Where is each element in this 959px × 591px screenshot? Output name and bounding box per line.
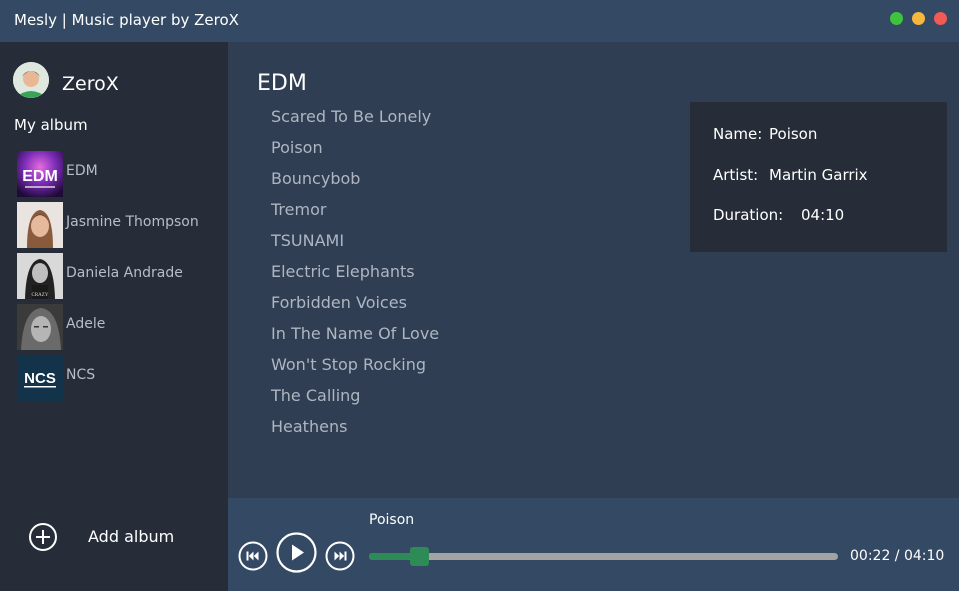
info-artist-label: Artist: xyxy=(713,166,759,184)
progress-slider[interactable] xyxy=(369,547,838,566)
add-album-button[interactable]: Add album xyxy=(28,520,198,556)
next-button[interactable] xyxy=(325,541,355,571)
album-cover-adele xyxy=(17,304,63,350)
window-title: Mesly | Music player by ZeroX xyxy=(14,11,239,29)
info-duration-value: 04:10 xyxy=(801,206,845,224)
album-label: Jasmine Thompson xyxy=(66,214,199,230)
album-label: EDM xyxy=(66,163,98,179)
time-display: 00:22 / 04:10 xyxy=(850,548,945,564)
title-bar: Mesly | Music player by ZeroX xyxy=(0,0,959,42)
edm-cover-text: EDM xyxy=(22,168,58,185)
info-artist-value: Martin Garrix xyxy=(769,166,868,184)
progress-fill xyxy=(369,553,413,560)
album-list: EDM EDM Jasmine Thompson CRAZY Daniela A… xyxy=(17,151,227,406)
skip-forward-icon xyxy=(325,541,355,571)
track-item[interactable]: Scared To Be Lonely xyxy=(271,106,651,137)
now-playing-title: Poison xyxy=(369,512,415,528)
my-album-heading: My album xyxy=(14,116,88,134)
track-item[interactable]: Won't Stop Rocking xyxy=(271,354,651,385)
track-item[interactable]: Tremor xyxy=(271,199,651,230)
ncs-cover-text: NCS xyxy=(24,370,56,387)
player-bar: Poison 00:22 / 04:10 xyxy=(228,498,959,591)
user-avatar-icon xyxy=(13,62,49,98)
album-cover-daniela-andrade: CRAZY xyxy=(17,253,63,299)
info-duration-label: Duration: xyxy=(713,206,784,224)
album-item-edm[interactable]: EDM EDM xyxy=(17,151,227,202)
album-item-daniela-andrade[interactable]: CRAZY Daniela Andrade xyxy=(17,253,227,304)
minimize-button[interactable] xyxy=(912,12,925,25)
plus-circle-icon xyxy=(29,523,57,551)
info-name-value: Poison xyxy=(769,125,818,143)
album-label: NCS xyxy=(66,367,96,383)
track-item[interactable]: Heathens xyxy=(271,416,651,447)
playlist-title: EDM xyxy=(257,71,307,96)
play-button[interactable] xyxy=(276,532,317,573)
skip-back-icon xyxy=(238,541,268,571)
album-cover-jasmine-thompson xyxy=(17,202,63,248)
track-list: Scared To Be Lonely Poison Bouncybob Tre… xyxy=(271,106,651,447)
track-item[interactable]: Electric Elephants xyxy=(271,261,651,292)
track-info-panel: Name: Poison Artist: Martin Garrix Durat… xyxy=(690,102,947,252)
avatar[interactable] xyxy=(13,62,49,98)
sidebar: ZeroX My album EDM EDM Jasmine Thompson … xyxy=(0,42,228,591)
track-item[interactable]: In The Name Of Love xyxy=(271,323,651,354)
track-item[interactable]: Bouncybob xyxy=(271,168,651,199)
track-item[interactable]: Poison xyxy=(271,137,651,168)
album-label: Daniela Andrade xyxy=(66,265,183,281)
play-icon xyxy=(276,532,317,573)
daniela-cover-text: CRAZY xyxy=(32,293,49,298)
info-name-label: Name: xyxy=(713,125,763,143)
username: ZeroX xyxy=(62,73,119,95)
album-item-ncs[interactable]: NCS NCS xyxy=(17,355,227,406)
close-button[interactable] xyxy=(934,12,947,25)
album-cover-edm: EDM xyxy=(17,151,63,197)
add-album-label: Add album xyxy=(88,527,175,546)
album-label: Adele xyxy=(66,316,106,332)
maximize-button[interactable] xyxy=(890,12,903,25)
main-content: EDM Scared To Be Lonely Poison Bouncybob… xyxy=(228,42,959,498)
album-item-jasmine-thompson[interactable]: Jasmine Thompson xyxy=(17,202,227,253)
track-item[interactable]: The Calling xyxy=(271,385,651,416)
previous-button[interactable] xyxy=(238,541,268,571)
track-item[interactable]: TSUNAMI xyxy=(271,230,651,261)
album-item-adele[interactable]: Adele xyxy=(17,304,227,355)
track-item[interactable]: Forbidden Voices xyxy=(271,292,651,323)
progress-handle[interactable] xyxy=(409,547,429,566)
album-cover-ncs: NCS xyxy=(17,355,63,401)
